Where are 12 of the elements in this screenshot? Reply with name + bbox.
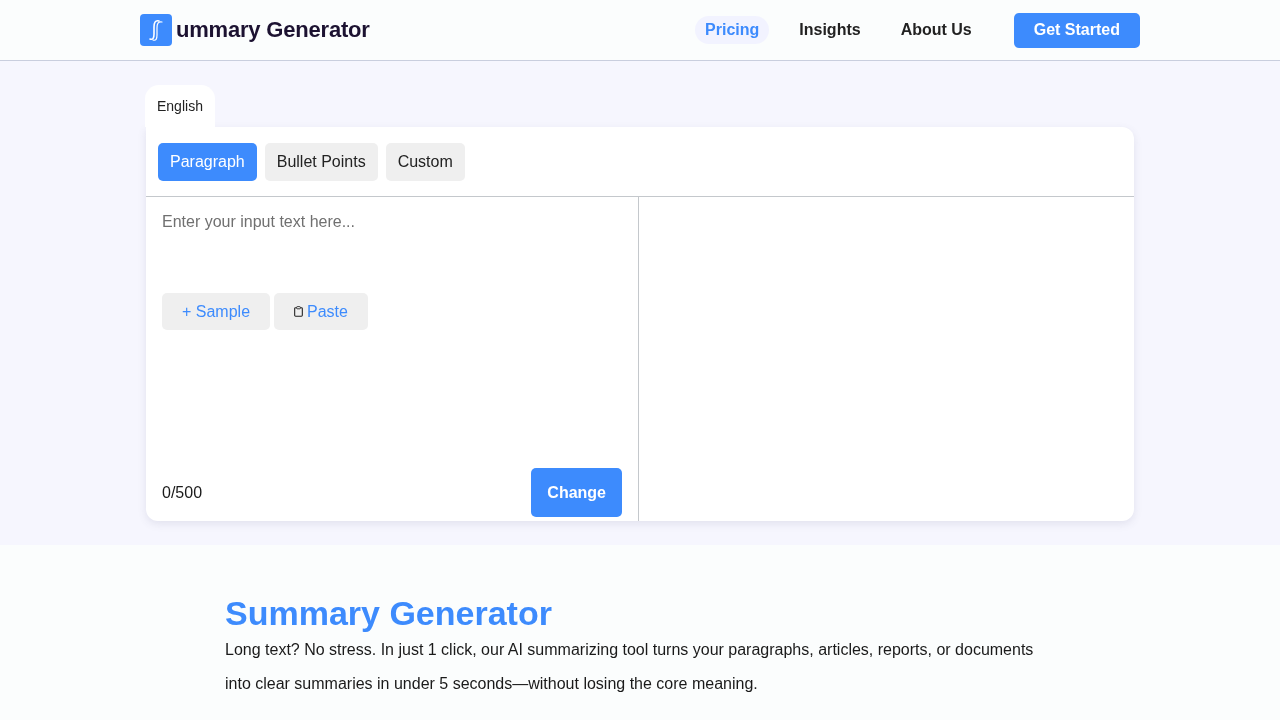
input-text-field[interactable]: Enter your input text here... [162, 213, 622, 293]
character-counter: 0/500 [162, 483, 203, 502]
clipboard-icon [294, 306, 304, 317]
nav-link[interactable]: Insights [789, 16, 871, 44]
logo-text[interactable]: ummary Generator [176, 17, 370, 43]
language-tab[interactable]: English [145, 85, 215, 127]
section-heading: Summary Generator [225, 593, 552, 633]
logo-icon[interactable] [140, 14, 172, 46]
mode-tab[interactable]: Bullet Points [264, 143, 378, 181]
mode-tab[interactable]: Custom [385, 143, 465, 181]
description-text: Long text? No stress. In just 1 click, our AI summarizing tool turns your paragraphs, articles, reports, or documents into clear summaries in under 5 seconds—without losing the core meaning. [225, 640, 1035, 694]
nav-link[interactable]: About Us [890, 16, 982, 44]
